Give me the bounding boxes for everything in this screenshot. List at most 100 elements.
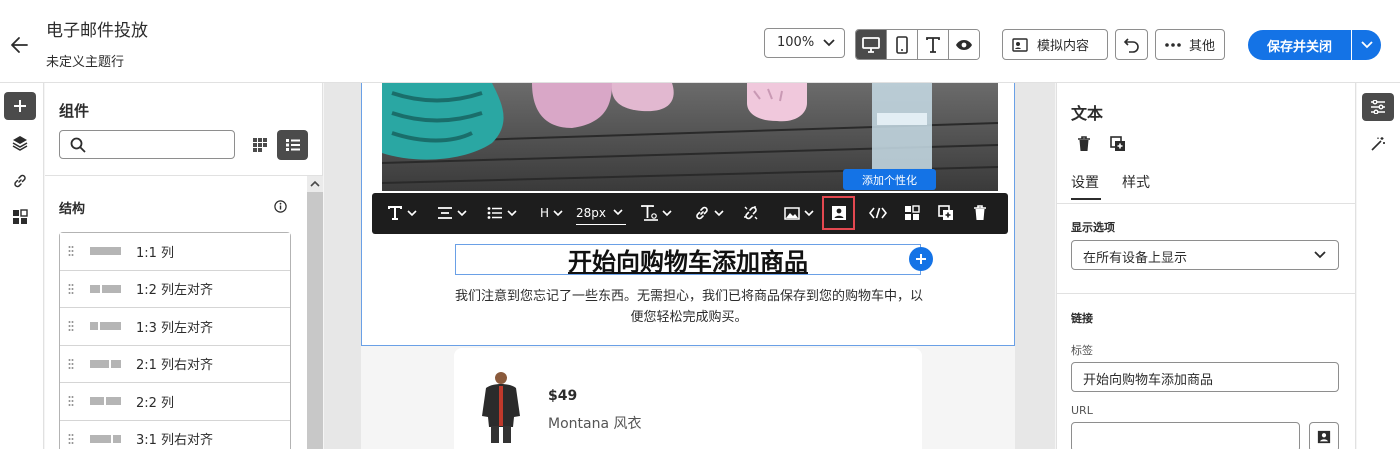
structure-item[interactable]: 1:2 列左对齐 <box>60 270 290 308</box>
right-rail <box>1357 83 1400 449</box>
components-panel: 组件 结构 1:1 列 1:2 列左对齐 1:3 列左对齐 2:1 列右对齐 2… <box>45 83 323 449</box>
headline[interactable]: 开始向购物车添加商品 <box>568 242 808 277</box>
structure-thumbnail <box>90 359 121 368</box>
tab-styles[interactable]: 样式 <box>1122 172 1150 192</box>
tab-settings[interactable]: 设置 <box>1071 172 1099 192</box>
structure-item[interactable]: 2:2 列 <box>60 383 290 421</box>
list-view-button[interactable] <box>277 130 308 160</box>
structure-item[interactable]: 1:1 列 <box>60 233 290 271</box>
url-personalization-button[interactable] <box>1309 422 1339 449</box>
plus-icon <box>916 254 926 264</box>
divider <box>1057 293 1355 294</box>
properties-rail-button[interactable] <box>1362 93 1394 121</box>
search-icon <box>70 137 86 153</box>
product-price: $49 <box>548 388 578 404</box>
alignment-button[interactable] <box>437 201 467 225</box>
desktop-view-button[interactable] <box>856 30 887 59</box>
drag-handle-icon[interactable] <box>68 283 74 295</box>
properties-panel: 文本 设置 样式 显示选项 在所有设备上显示 链接 标签 开始向购物车添加商品 … <box>1056 83 1356 449</box>
list-icon <box>285 139 300 151</box>
sliders-icon <box>1371 100 1385 114</box>
add-component-button[interactable] <box>909 247 933 271</box>
save-options-button[interactable] <box>1352 30 1381 60</box>
magic-wand-icon <box>1371 137 1385 151</box>
grid-view-button[interactable] <box>247 131 273 158</box>
drag-handle-icon[interactable] <box>68 433 74 445</box>
headline-text-block[interactable]: 开始向购物车添加商品 <box>455 242 921 277</box>
device-switcher <box>855 29 980 60</box>
links-button[interactable] <box>4 167 36 195</box>
personalization-icon <box>831 206 846 220</box>
more-button[interactable]: 其他 <box>1155 29 1225 60</box>
add-components-button[interactable] <box>4 92 36 120</box>
insert-link-button[interactable] <box>694 201 724 225</box>
list-button[interactable] <box>487 201 517 225</box>
search-input[interactable] <box>59 130 235 159</box>
trash-icon[interactable] <box>1077 136 1091 152</box>
drag-handle-icon[interactable] <box>68 358 74 370</box>
canvas: 添加个性化 H 28px 开始向购物车添加商品 我们注意到您忘记了一些东西。无需… <box>324 83 1055 449</box>
structure-label: 1:3 列左对齐 <box>136 320 214 336</box>
email-body: 添加个性化 H 28px 开始向购物车添加商品 我们注意到您忘记了一些东西。无需… <box>361 83 1015 449</box>
active-tab-indicator <box>1071 198 1101 200</box>
text-color-button[interactable] <box>641 201 672 225</box>
font-size-value: 28px <box>576 205 606 220</box>
insert-image-button[interactable] <box>784 201 814 225</box>
chevron-down-icon <box>613 209 623 216</box>
fragments-icon <box>13 209 28 224</box>
link-section-title: 链接 <box>1071 312 1093 325</box>
add-personalization-button[interactable] <box>822 196 855 230</box>
drag-handle-icon[interactable] <box>68 320 74 332</box>
structure-item[interactable]: 3:1 列右对齐 <box>60 420 290 449</box>
chevron-down-icon <box>662 209 672 216</box>
chevron-down-icon <box>407 209 417 216</box>
simulate-content-button[interactable]: 模拟内容 <box>1002 29 1108 60</box>
structure-item[interactable]: 2:1 列右对齐 <box>60 345 290 383</box>
url-input[interactable] <box>1071 422 1300 449</box>
plus-icon <box>14 100 26 112</box>
undo-button[interactable] <box>1115 29 1148 60</box>
chevron-up-icon[interactable] <box>310 180 320 187</box>
text-view-button[interactable] <box>918 30 949 59</box>
properties-title: 文本 <box>1071 104 1104 123</box>
panel-scrollbar[interactable] <box>307 176 323 449</box>
back-arrow-icon[interactable] <box>9 34 31 56</box>
fragment-button[interactable] <box>904 201 920 225</box>
drag-handle-icon[interactable] <box>68 395 74 407</box>
body-text[interactable]: 我们注意到您忘记了一些东西。无需担心，我们已将商品保存到您的购物车中，以便您轻松… <box>450 286 928 328</box>
selected-block[interactable]: 添加个性化 H 28px 开始向购物车添加商品 我们注意到您忘记了一些东西。无需… <box>361 83 1015 346</box>
more-label: 其他 <box>1189 39 1216 54</box>
text-style-button[interactable] <box>388 201 417 225</box>
font-size-select[interactable]: 28px <box>576 201 626 225</box>
save-and-close-button[interactable]: 保存并关闭 <box>1248 30 1351 60</box>
text-toolbar: H 28px <box>372 193 1008 234</box>
delete-button[interactable] <box>973 201 987 225</box>
chevron-down-icon <box>457 209 467 216</box>
desktop-icon <box>862 36 880 53</box>
ai-assistant-button[interactable] <box>1362 130 1394 158</box>
fragments-button[interactable] <box>4 203 36 231</box>
subject-line[interactable]: 未定义主题行 <box>46 51 124 70</box>
display-options-value: 在所有设备上显示 <box>1083 251 1188 266</box>
undo-icon <box>1123 37 1139 53</box>
chevron-down-icon <box>1360 41 1373 49</box>
scrollbar-thumb[interactable] <box>307 192 323 449</box>
zoom-select[interactable]: 100% <box>764 28 845 58</box>
unlink-icon <box>744 206 758 220</box>
drag-handle-icon[interactable] <box>68 245 74 257</box>
display-options-select[interactable]: 在所有设备上显示 <box>1071 240 1339 270</box>
duplicate-icon[interactable] <box>1110 136 1126 152</box>
layers-button[interactable] <box>4 129 36 157</box>
product-image <box>482 372 520 443</box>
mobile-view-button[interactable] <box>887 30 918 59</box>
label-input[interactable]: 开始向购物车添加商品 <box>1071 362 1339 392</box>
duplicate-button[interactable] <box>938 201 954 225</box>
structure-item[interactable]: 1:3 列左对齐 <box>60 308 290 346</box>
structure-section-title: 结构 <box>59 202 86 217</box>
product-card[interactable]: $49 Montana 风衣 <box>454 348 922 449</box>
heading-button[interactable]: H <box>540 201 563 225</box>
html-source-button[interactable] <box>869 201 887 225</box>
info-icon[interactable] <box>274 200 287 213</box>
unlink-button[interactable] <box>743 201 759 225</box>
preview-button[interactable] <box>949 30 979 59</box>
